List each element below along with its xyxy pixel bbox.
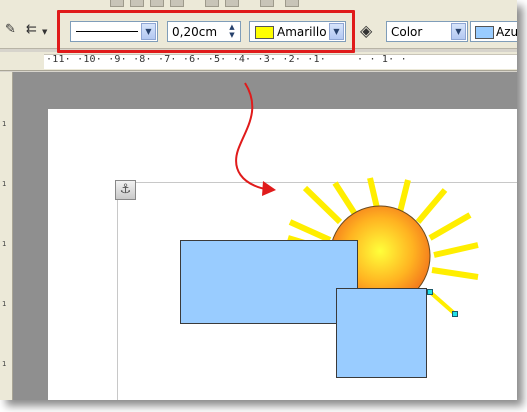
selection-handle-end[interactable] xyxy=(452,311,458,317)
screenshot: ✎ ⇇ ▼ ▼ 0,20cm ▲ ▼ Amarillo ▼ ◈ Color ▼ A… xyxy=(0,0,517,400)
sun-ray xyxy=(433,242,479,258)
blue-rectangle-large[interactable] xyxy=(180,240,358,324)
sun-drawing[interactable] xyxy=(0,0,517,400)
sun-ray xyxy=(367,177,380,209)
sun-ray xyxy=(431,267,479,280)
sun-ray xyxy=(428,212,472,241)
sun-ray xyxy=(302,185,343,225)
sun-ray xyxy=(332,181,358,216)
annotation-highlight-box xyxy=(57,10,355,53)
selection-handle-start[interactable] xyxy=(427,289,433,295)
annotation-arrowhead xyxy=(262,181,276,196)
blue-rectangle-small[interactable] xyxy=(336,288,427,378)
annotation-arrow-line xyxy=(235,82,271,191)
sun-ray xyxy=(397,179,411,213)
sun-ray xyxy=(415,188,448,224)
